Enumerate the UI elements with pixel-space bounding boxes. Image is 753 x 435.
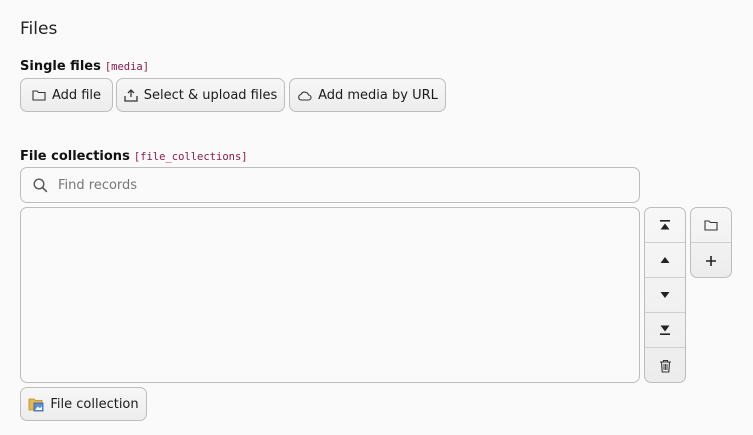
cloud-icon xyxy=(298,91,312,101)
move-down-button[interactable] xyxy=(645,278,685,313)
file-collection-icon xyxy=(28,398,44,411)
add-file-collection-label: File collection xyxy=(50,396,139,412)
move-to-bottom-button[interactable] xyxy=(645,313,685,348)
move-to-top-icon xyxy=(660,220,670,230)
file-collections-code: [file_collections] xyxy=(133,151,248,163)
move-up-button[interactable] xyxy=(645,243,685,278)
record-side-controls xyxy=(690,207,732,278)
move-up-icon xyxy=(660,257,670,263)
create-record-button[interactable] xyxy=(691,243,731,277)
records-listbox[interactable] xyxy=(20,207,640,383)
search-icon xyxy=(33,177,48,192)
single-files-label: Single files xyxy=(20,59,101,74)
single-files-label-row: Single files [media] xyxy=(20,55,149,74)
move-down-icon xyxy=(660,292,670,298)
folder-icon xyxy=(32,90,46,101)
section-title: Files xyxy=(20,19,58,39)
single-files-code: [media] xyxy=(104,61,150,73)
add-file-label: Add file xyxy=(51,87,102,103)
add-file-collection-button[interactable]: File collection xyxy=(20,387,147,421)
plus-icon xyxy=(706,255,716,266)
upload-icon xyxy=(124,88,138,102)
search-input[interactable] xyxy=(56,176,620,194)
add-file-button[interactable]: Add file xyxy=(20,78,113,112)
file-collections-label: File collections xyxy=(20,149,130,164)
add-media-url-button[interactable]: Add media by URL xyxy=(289,78,446,112)
add-media-url-label: Add media by URL xyxy=(318,87,438,103)
move-to-top-button[interactable] xyxy=(645,208,685,243)
trash-icon xyxy=(659,359,671,373)
record-order-controls xyxy=(644,207,686,383)
file-collections-label-row: File collections [file_collections] xyxy=(20,145,248,164)
find-records-search[interactable] xyxy=(20,167,640,203)
move-to-bottom-icon xyxy=(660,325,670,335)
browse-records-button[interactable] xyxy=(691,208,731,243)
select-upload-button[interactable]: Select & upload files xyxy=(116,78,285,112)
folder-icon xyxy=(704,220,718,231)
select-upload-label: Select & upload files xyxy=(143,87,278,103)
delete-button[interactable] xyxy=(645,348,685,382)
